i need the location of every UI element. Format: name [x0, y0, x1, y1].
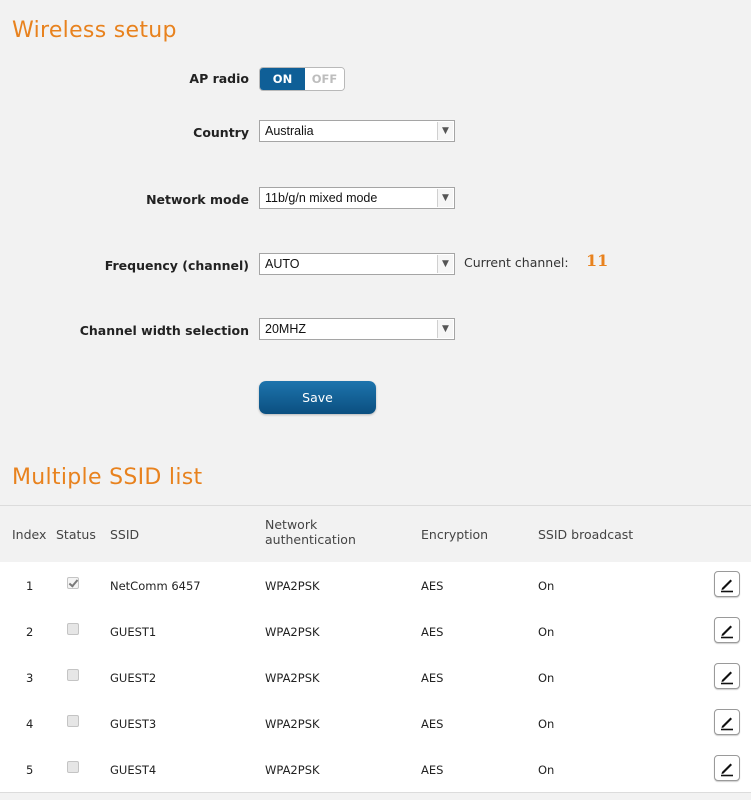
row-index: 2: [26, 625, 34, 639]
edit-button[interactable]: [714, 663, 740, 689]
edit-button[interactable]: [714, 571, 740, 597]
ssid-table-header: Index Status SSID Network authentication…: [0, 505, 751, 564]
row-broadcast: On: [538, 717, 555, 731]
edit-button[interactable]: [714, 755, 740, 781]
channel-width-row: Channel width selection 20MHZ ▼: [0, 318, 751, 346]
channel-width-select[interactable]: 20MHZ ▼: [259, 318, 455, 340]
save-button[interactable]: Save: [259, 381, 376, 414]
chevron-down-icon[interactable]: ▼: [437, 255, 453, 273]
ap-radio-row: AP radio ON OFF: [0, 66, 751, 94]
edit-button[interactable]: [714, 617, 740, 643]
header-status: Status: [56, 527, 96, 542]
wireless-settings-panel: Wireless setup AP radio ON OFF Country A…: [0, 0, 751, 800]
frequency-select[interactable]: AUTO ▼: [259, 253, 455, 275]
status-checkbox[interactable]: [67, 669, 79, 681]
frequency-label: Frequency (channel): [104, 258, 249, 273]
header-broadcast: SSID broadcast: [538, 527, 634, 542]
row-broadcast: On: [538, 763, 555, 777]
channel-width-label: Channel width selection: [79, 323, 249, 338]
current-channel-label: Current channel:: [464, 255, 569, 270]
row-encryption: AES: [421, 625, 444, 639]
row-encryption: AES: [421, 579, 444, 593]
chevron-down-icon[interactable]: ▼: [437, 189, 453, 207]
row-auth: WPA2PSK: [265, 763, 320, 777]
status-checkbox[interactable]: [67, 715, 79, 727]
ap-radio-toggle[interactable]: ON OFF: [259, 67, 345, 91]
row-index: 5: [26, 763, 34, 777]
header-ssid: SSID: [110, 527, 140, 542]
country-select[interactable]: Australia ▼: [259, 120, 455, 142]
chevron-down-icon[interactable]: ▼: [437, 122, 453, 140]
row-ssid: GUEST4: [110, 763, 157, 777]
table-row: 1 NetComm 6457 WPA2PSK AES On: [0, 562, 751, 609]
network-mode-row: Network mode 11b/g/n mixed mode ▼: [0, 187, 751, 215]
row-auth: WPA2PSK: [265, 625, 320, 639]
pencil-icon: [721, 717, 733, 731]
frequency-value: AUTO: [265, 257, 300, 271]
header-encryption: Encryption: [421, 527, 489, 542]
current-channel-value: 11: [586, 251, 609, 270]
row-index: 1: [26, 579, 34, 593]
chevron-down-icon[interactable]: ▼: [437, 320, 453, 338]
row-encryption: AES: [421, 717, 444, 731]
table-row: 2 GUEST1 WPA2PSK AES On: [0, 608, 751, 655]
table-row: 4 GUEST3 WPA2PSK AES On: [0, 700, 751, 747]
pencil-icon: [721, 579, 733, 593]
table-row: 5 GUEST4 WPA2PSK AES On: [0, 746, 751, 793]
frequency-row: Frequency (channel) AUTO ▼ Current chann…: [0, 251, 751, 281]
row-broadcast: On: [538, 625, 555, 639]
header-index: Index: [12, 527, 47, 542]
row-auth: WPA2PSK: [265, 579, 320, 593]
row-encryption: AES: [421, 671, 444, 685]
header-auth-line1: Network: [265, 517, 318, 532]
row-auth: WPA2PSK: [265, 671, 320, 685]
network-mode-select[interactable]: 11b/g/n mixed mode ▼: [259, 187, 455, 209]
row-index: 3: [26, 671, 34, 685]
status-checkbox[interactable]: [67, 623, 79, 635]
country-row: Country Australia ▼: [0, 120, 751, 148]
row-broadcast: On: [538, 671, 555, 685]
row-auth: WPA2PSK: [265, 717, 320, 731]
ap-radio-label: AP radio: [189, 71, 249, 86]
network-mode-value: 11b/g/n mixed mode: [265, 191, 378, 205]
toggle-on[interactable]: ON: [260, 68, 305, 90]
row-ssid: GUEST2: [110, 671, 157, 685]
edit-button[interactable]: [714, 709, 740, 735]
row-ssid: GUEST1: [110, 625, 157, 639]
channel-width-value: 20MHZ: [265, 322, 306, 336]
table-row: 3 GUEST2 WPA2PSK AES On: [0, 654, 751, 701]
country-value: Australia: [265, 124, 314, 138]
wireless-setup-heading: Wireless setup: [12, 18, 177, 43]
row-ssid: NetComm 6457: [110, 579, 201, 593]
pencil-icon: [721, 671, 733, 685]
country-label: Country: [193, 125, 249, 140]
row-ssid: GUEST3: [110, 717, 157, 731]
row-broadcast: On: [538, 579, 555, 593]
row-index: 4: [26, 717, 34, 731]
header-auth-line2: authentication: [265, 532, 356, 547]
status-checkbox[interactable]: [67, 577, 79, 589]
pencil-icon: [721, 625, 733, 639]
row-encryption: AES: [421, 763, 444, 777]
ssid-list-heading: Multiple SSID list: [12, 465, 203, 490]
status-checkbox[interactable]: [67, 761, 79, 773]
pencil-icon: [721, 763, 733, 777]
network-mode-label: Network mode: [146, 192, 249, 207]
toggle-off[interactable]: OFF: [305, 68, 344, 90]
